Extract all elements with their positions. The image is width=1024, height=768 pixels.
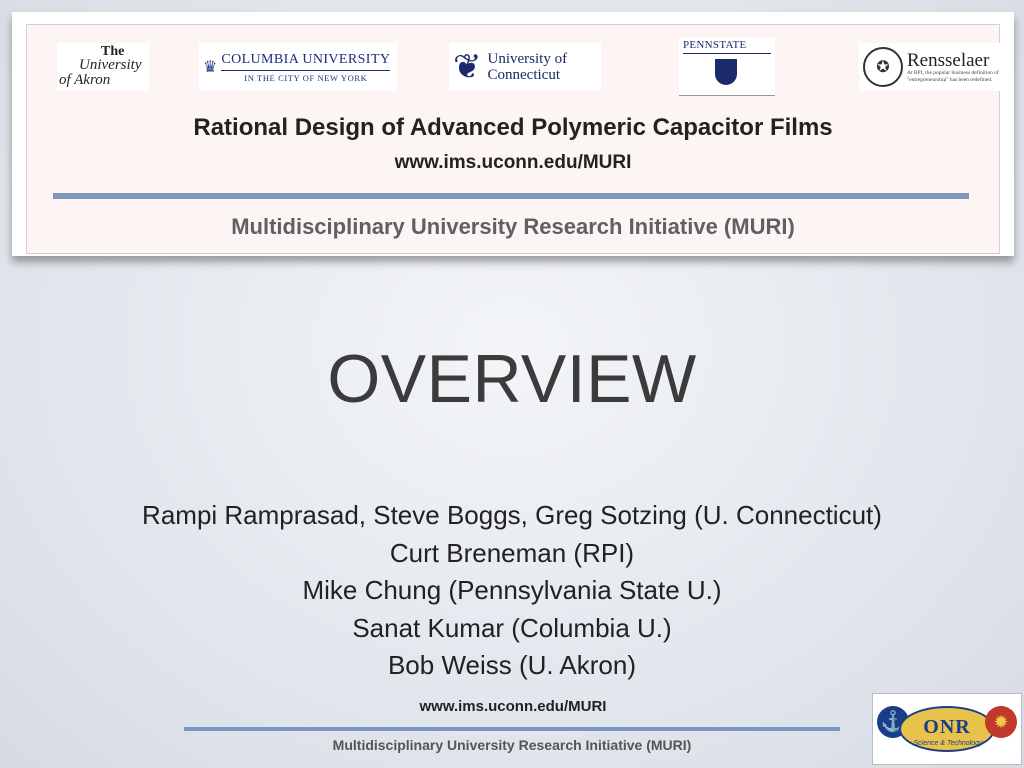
columbia-university-logo: ♛ COLUMBIA UNIVERSITY IN THE CITY OF NEW…	[199, 43, 397, 91]
project-url: www.ims.uconn.edu/MURI	[394, 152, 632, 173]
onr-logo-text: ONR	[923, 716, 971, 738]
oak-leaf-icon: ❦	[453, 48, 482, 86]
akron-logo-of-akron: of Akron	[59, 72, 111, 88]
crown-icon: ♛	[203, 59, 218, 76]
header-banner: The University of Akron ♛ COLUMBIA UNIVE…	[12, 12, 1014, 256]
author-line: Mike Chung (Pennsylvania State U.)	[302, 575, 722, 605]
onr-logo-subtitle: Science & Technology	[913, 740, 983, 747]
rensselaer-logo: ✪ Rensselaer At RPI, the popular busines…	[859, 43, 1001, 91]
penn-state-logo-name: PENNSTATE	[683, 38, 747, 51]
slide-heading: OVERVIEW	[327, 341, 697, 417]
author-line: Curt Breneman (RPI)	[389, 537, 635, 568]
onr-logo: ⚓ ONR Science & Technology ✹	[872, 693, 1022, 765]
footer-url-text: www.ims.uconn.edu/MURI	[419, 698, 607, 715]
rensselaer-logo-tagline: At RPI, the popular business definition …	[907, 69, 999, 83]
project-title: Rational Design of Advanced Polymeric Ca…	[193, 114, 833, 141]
penn-state-logo-rule	[683, 52, 771, 54]
penn-state-logo: PENNSTATE	[679, 37, 775, 96]
author-line: Rampi Ramprasad, Steve Boggs, Greg Sotzi…	[142, 500, 882, 530]
footer-program-name: Multidisciplinary University Research In…	[332, 737, 692, 753]
author-line: Bob Weiss (U. Akron)	[387, 650, 637, 680]
footer-url: www.ims.uconn.edu/MURI	[0, 698, 1024, 715]
seal-icon: ✪	[863, 47, 903, 87]
uconn-logo: ❦ University of Connecticut	[449, 43, 601, 91]
akron-logo-university: University	[79, 57, 142, 73]
shield-icon	[715, 58, 737, 85]
author-list: Rampi Ramprasad, Steve Boggs, Greg Sotzi…	[0, 497, 1024, 685]
banner-divider	[53, 193, 969, 199]
columbia-logo-sub: IN THE CITY OF NEW YORK	[244, 72, 368, 83]
rensselaer-logo-name: Rensselaer	[907, 49, 990, 71]
author-line: Sanat Kumar (Columbia U.)	[352, 612, 672, 643]
columbia-logo-name: COLUMBIA UNIVERSITY	[221, 52, 391, 71]
program-name: Multidisciplinary University Research In…	[231, 214, 795, 239]
footer-divider	[184, 727, 840, 731]
university-of-akron-logo: The University of Akron	[57, 43, 149, 91]
banner-panel: The University of Akron ♛ COLUMBIA UNIVE…	[26, 24, 1001, 254]
uconn-logo-line2: Connecticut	[487, 67, 560, 83]
uconn-logo-line1: University of	[487, 50, 568, 67]
globe-icon: ✹	[985, 706, 1017, 738]
